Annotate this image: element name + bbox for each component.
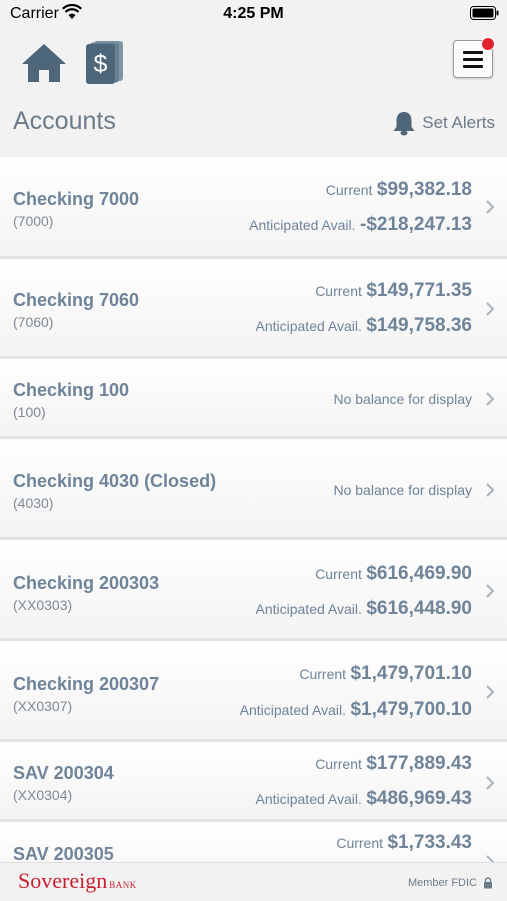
- page-title: Accounts: [13, 107, 116, 135]
- chevron-right-icon: [486, 483, 495, 497]
- no-balance-text: No balance for display: [333, 391, 472, 407]
- anticipated-balance: Anticipated Avail. $616,448.90: [256, 598, 473, 620]
- current-balance: Current $1,733.43: [336, 832, 472, 854]
- chevron-right-icon: [486, 392, 495, 406]
- footer: Sovereign BANK Member FDIC: [0, 862, 507, 901]
- no-balance-text: No balance for display: [333, 482, 472, 498]
- current-balance: Current $616,469.90: [315, 563, 472, 585]
- account-number: (4030): [13, 495, 54, 511]
- anticipated-balance: Anticipated Avail. $486,969.43: [256, 788, 473, 810]
- current-balance: Current $149,771.35: [315, 280, 472, 302]
- logo-wordmark: Sovereign: [18, 868, 108, 893]
- account-name: Checking 4030 (Closed): [13, 471, 217, 491]
- account-number: (7000): [13, 213, 54, 229]
- account-number: (7060): [13, 314, 54, 330]
- account-name: Checking 200307: [13, 674, 160, 694]
- anticipated-balance-label: Anticipated Avail.: [239, 702, 347, 718]
- account-number: (XX0304): [13, 787, 73, 803]
- anticipated-balance-value: -$218,247.13: [360, 214, 472, 235]
- home-icon[interactable]: [20, 42, 68, 84]
- anticipated-balance-value: $616,448.90: [366, 598, 472, 619]
- current-balance-label: Current: [315, 283, 362, 299]
- chevron-right-icon: [486, 200, 495, 214]
- member-fdic-label: Member FDIC: [407, 877, 477, 889]
- account-number: (XX0307): [13, 698, 73, 714]
- account-row[interactable]: Checking 200307 (XX0307) Current $1,479,…: [0, 641, 507, 742]
- chevron-right-icon: [486, 302, 495, 316]
- accounts-list[interactable]: Checking 7000 (7000) Current $99,382.18 …: [0, 157, 507, 862]
- account-row[interactable]: SAV 200305 Current $1,733.43: [0, 822, 507, 862]
- anticipated-balance-value: $1,479,700.10: [350, 699, 472, 720]
- current-balance-label: Current: [315, 756, 362, 772]
- bill-pay-icon[interactable]: $: [85, 40, 125, 84]
- current-balance: Current $99,382.18: [326, 179, 472, 201]
- notification-badge: [481, 37, 495, 51]
- current-balance-value: $177,889.43: [366, 753, 472, 774]
- anticipated-balance-value: $149,758.36: [366, 315, 472, 336]
- anticipated-balance-label: Anticipated Avail.: [255, 318, 362, 334]
- account-number: (100): [13, 404, 46, 420]
- current-balance-label: Current: [325, 182, 373, 198]
- account-row[interactable]: Checking 200303 (XX0303) Current $616,46…: [0, 540, 507, 641]
- svg-text:$: $: [94, 50, 108, 78]
- current-balance-value: $1,479,701.10: [350, 663, 472, 684]
- lock-icon: [484, 877, 492, 889]
- battery-icon: [470, 6, 499, 20]
- account-name: Checking 7060: [13, 290, 140, 310]
- bell-icon: [393, 112, 415, 136]
- status-bar: Carrier 4:25 PM: [0, 0, 507, 30]
- anticipated-balance: Anticipated Avail. -$218,247.13: [249, 214, 472, 236]
- account-row[interactable]: Checking 4030 (Closed) (4030) No balance…: [0, 439, 507, 540]
- account-row[interactable]: Checking 7060 (7060) Current $149,771.35…: [0, 259, 507, 359]
- logo-subtext: BANK: [109, 880, 137, 890]
- chevron-right-icon: [486, 685, 495, 699]
- chevron-right-icon: [486, 584, 495, 598]
- current-balance: Current $177,889.43: [315, 753, 472, 775]
- anticipated-balance-label: Anticipated Avail.: [249, 217, 356, 233]
- current-balance-label: Current: [315, 566, 362, 582]
- current-balance: Current $1,479,701.10: [299, 663, 472, 685]
- account-name: SAV 200305: [13, 844, 114, 862]
- account-row[interactable]: Checking 100 (100) No balance for displa…: [0, 359, 507, 439]
- account-number: (XX0303): [13, 597, 73, 613]
- anticipated-balance-value: $486,969.43: [366, 788, 472, 809]
- chevron-right-icon: [486, 855, 495, 862]
- clock-label: 4:25 PM: [223, 5, 284, 22]
- account-row[interactable]: Checking 7000 (7000) Current $99,382.18 …: [0, 157, 507, 259]
- account-name: Checking 200303: [13, 573, 160, 593]
- menu-bar: [463, 51, 483, 54]
- account-name: SAV 200304: [13, 763, 114, 783]
- bank-logo: Sovereign BANK: [18, 868, 137, 894]
- account-name: Checking 100: [13, 380, 130, 400]
- page-header: Accounts Set Alerts: [0, 95, 507, 155]
- anticipated-balance: Anticipated Avail. $149,758.36: [256, 315, 473, 337]
- current-balance-value: $1,733.43: [387, 832, 472, 853]
- set-alerts-label: Set Alerts: [422, 113, 495, 132]
- account-row[interactable]: SAV 200304 (XX0304) Current $177,889.43 …: [0, 742, 507, 822]
- current-balance-value: $149,771.35: [366, 280, 472, 301]
- menu-bar: [463, 58, 483, 61]
- menu-bar: [463, 65, 483, 68]
- account-name: Checking 7000: [13, 189, 140, 209]
- current-balance-value: $99,382.18: [376, 179, 472, 200]
- current-balance-label: Current: [336, 835, 384, 851]
- chevron-right-icon: [486, 776, 495, 790]
- current-balance-label: Current: [299, 666, 347, 682]
- set-alerts-button[interactable]: Set Alerts: [392, 109, 495, 137]
- current-balance-value: $616,469.90: [366, 563, 472, 584]
- top-navigation: $: [0, 30, 507, 95]
- anticipated-balance-label: Anticipated Avail.: [255, 791, 362, 807]
- anticipated-balance: Anticipated Avail. $1,479,700.10: [240, 699, 472, 721]
- anticipated-balance-label: Anticipated Avail.: [255, 601, 362, 617]
